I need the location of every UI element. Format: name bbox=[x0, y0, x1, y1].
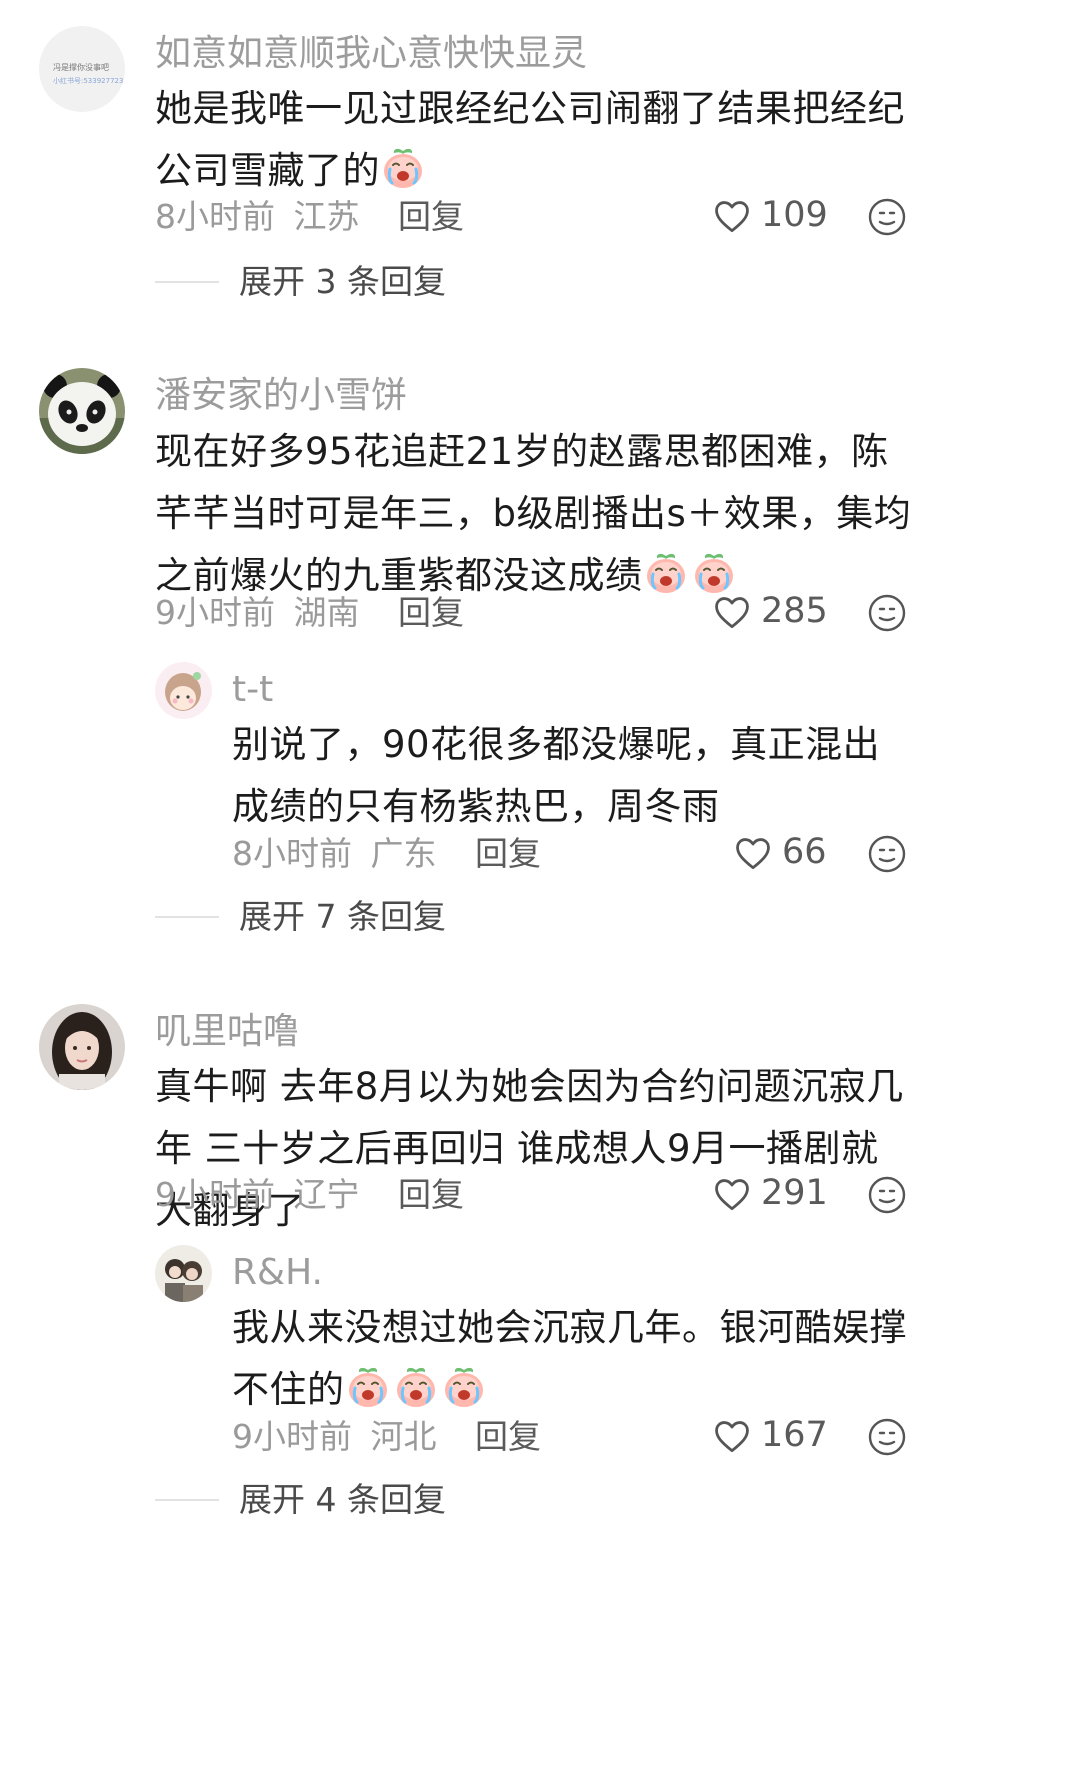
like-count: 291 bbox=[761, 1173, 828, 1213]
heart-outline-icon bbox=[736, 837, 770, 869]
crying-peach-emoji bbox=[643, 550, 689, 596]
face-icon[interactable] bbox=[867, 1417, 907, 1461]
like-count: 285 bbox=[761, 591, 828, 631]
reply-time: 8小时前 bbox=[232, 834, 352, 873]
comment-meta: 8小时前 江苏 回复 bbox=[155, 200, 464, 233]
reply-button[interactable]: 回复 bbox=[475, 1417, 541, 1456]
avatar-text: 冯是撑你没事吧 bbox=[53, 63, 109, 72]
reply-text: 别说了，90花很多都没爆呢，真正混出成绩的只有杨紫热巴，周冬雨 bbox=[232, 723, 881, 828]
heart-outline-icon bbox=[715, 1420, 749, 1452]
reply-button[interactable]: 回复 bbox=[475, 834, 541, 873]
like-button[interactable]: 109 bbox=[713, 198, 828, 233]
divider bbox=[155, 280, 219, 283]
comment-time: 9小时前 bbox=[155, 593, 275, 632]
comment-time: 8小时前 bbox=[155, 197, 275, 236]
emoji-group bbox=[380, 148, 428, 192]
reply-text: 我从来没想过她会沉寂几年。银河酷娱撑不住的 bbox=[232, 1297, 912, 1421]
crying-peach-emoji bbox=[393, 1364, 439, 1410]
like-button[interactable]: 285 bbox=[713, 594, 828, 629]
reply-button[interactable]: 回复 bbox=[398, 593, 464, 632]
comment-text: 真牛啊 去年8月以为她会因为合约问题沉寂几年 三十岁之后再回归 谁成想人9月一播… bbox=[155, 1065, 904, 1232]
username[interactable]: R&H. bbox=[232, 1255, 323, 1291]
heart-outline-icon bbox=[715, 1178, 749, 1210]
comment-meta: 9小时前 湖南 回复 bbox=[155, 596, 464, 629]
face-icon[interactable] bbox=[867, 1175, 907, 1219]
avatar[interactable]: 冯是撑你没事吧 小红书号:5339277239 bbox=[39, 26, 125, 112]
face-icon[interactable] bbox=[867, 197, 907, 241]
expand-replies[interactable]: 展开 4 条回复 bbox=[155, 1483, 446, 1516]
expand-replies-label: 展开 3 条回复 bbox=[239, 262, 446, 301]
reply-button[interactable]: 回复 bbox=[398, 1175, 464, 1214]
reply-meta: 8小时前 广东 回复 bbox=[232, 837, 541, 870]
comment-text: 她是我唯一见过跟经纪公司闹翻了结果把经纪公司雪藏了的 bbox=[155, 78, 915, 202]
couple-avatar-image bbox=[155, 1245, 212, 1302]
comment-meta: 9小时前 辽宁 回复 bbox=[155, 1178, 464, 1211]
emoji-group bbox=[643, 553, 739, 597]
username[interactable]: 潘安家的小雪饼 bbox=[155, 378, 407, 414]
expand-replies-label: 展开 7 条回复 bbox=[239, 897, 446, 936]
expand-replies[interactable]: 展开 7 条回复 bbox=[155, 900, 446, 933]
emoji-group bbox=[345, 1367, 489, 1411]
like-button[interactable]: 291 bbox=[713, 1176, 828, 1211]
reply-location: 广东 bbox=[370, 834, 437, 873]
comment-time: 9小时前 bbox=[155, 1175, 275, 1214]
avatar[interactable] bbox=[39, 368, 125, 454]
like-count: 66 bbox=[782, 832, 827, 872]
crying-peach-emoji bbox=[380, 145, 426, 191]
face-icon[interactable] bbox=[867, 593, 907, 637]
avatar[interactable] bbox=[155, 1245, 212, 1302]
username[interactable]: t-t bbox=[232, 672, 273, 708]
like-button[interactable]: 66 bbox=[734, 835, 827, 870]
like-count: 109 bbox=[761, 195, 828, 235]
like-button[interactable]: 167 bbox=[713, 1418, 828, 1453]
divider bbox=[155, 1498, 219, 1501]
reply-meta: 9小时前 河北 回复 bbox=[232, 1420, 541, 1453]
expand-replies-label: 展开 4 条回复 bbox=[239, 1480, 446, 1519]
username[interactable]: 叽里咕噜 bbox=[155, 1014, 299, 1050]
panda-avatar-image bbox=[39, 368, 125, 454]
comment-location: 辽宁 bbox=[293, 1175, 360, 1214]
comment-location: 湖南 bbox=[293, 593, 360, 632]
comment-location: 江苏 bbox=[293, 197, 360, 236]
heart-outline-icon bbox=[715, 200, 749, 232]
avatar[interactable] bbox=[155, 662, 212, 719]
reply-text-content: 我从来没想过她会沉寂几年。银河酷娱撑不住的 bbox=[232, 1306, 907, 1411]
reply-time: 9小时前 bbox=[232, 1417, 352, 1456]
reply-button[interactable]: 回复 bbox=[398, 197, 464, 236]
expand-replies[interactable]: 展开 3 条回复 bbox=[155, 265, 446, 298]
avatar[interactable] bbox=[39, 1004, 125, 1090]
avatar-text: 小红书号:5339277239 bbox=[53, 77, 125, 85]
crying-peach-emoji bbox=[345, 1364, 391, 1410]
crying-peach-emoji bbox=[441, 1364, 487, 1410]
username[interactable]: 如意如意顺我心意快快显灵 bbox=[155, 36, 587, 72]
face-icon[interactable] bbox=[867, 834, 907, 878]
heart-outline-icon bbox=[715, 596, 749, 628]
reply-location: 河北 bbox=[370, 1417, 437, 1456]
like-count: 167 bbox=[761, 1415, 828, 1455]
comment-text: 现在好多95花追赶21岁的赵露思都困难，陈芊芊当时可是年三，b级剧播出s＋效果，… bbox=[155, 421, 915, 607]
woman-avatar-image bbox=[39, 1004, 125, 1090]
comment-text-content: 她是我唯一见过跟经纪公司闹翻了结果把经纪公司雪藏了的 bbox=[155, 87, 905, 192]
divider bbox=[155, 915, 219, 918]
comment-text-content: 现在好多95花追赶21岁的赵露思都困难，陈芊芊当时可是年三，b级剧播出s＋效果，… bbox=[155, 430, 912, 597]
girl-avatar-image bbox=[155, 662, 212, 719]
crying-peach-emoji bbox=[691, 550, 737, 596]
